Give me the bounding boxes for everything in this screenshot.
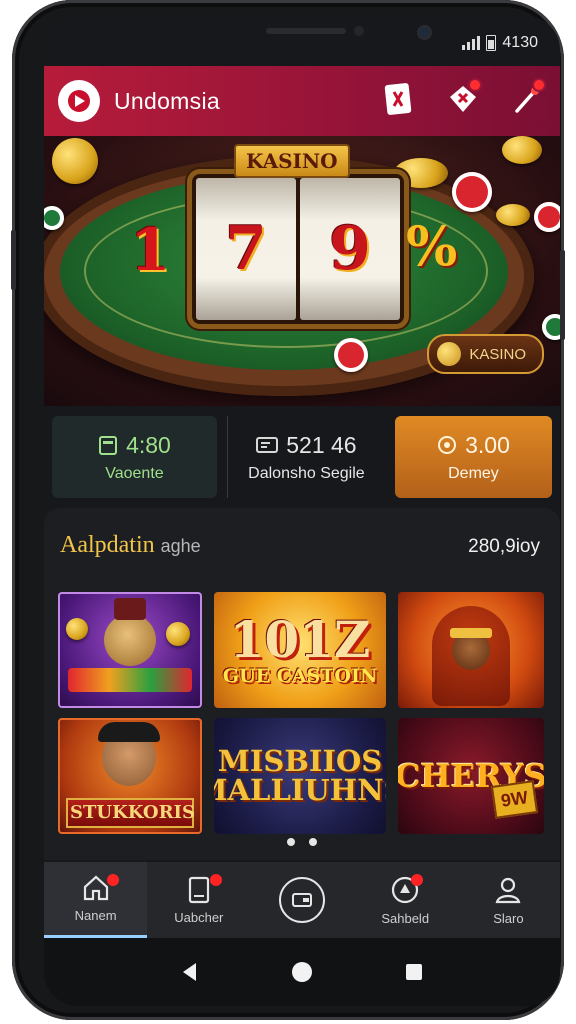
profile-icon (495, 877, 521, 903)
app-bar: Undomsia (44, 66, 560, 136)
play-logo-icon (68, 90, 90, 112)
wallet-button[interactable] (279, 877, 325, 923)
stat-label: Dalonsho Segile (248, 464, 365, 482)
game-tile[interactable] (58, 592, 202, 708)
poker-chip (534, 202, 560, 232)
tab-wallet[interactable] (250, 862, 353, 938)
tab-home[interactable]: Nanem (44, 862, 148, 938)
poker-chip (334, 338, 368, 372)
phone-frame: 4130 Undomsia 1 7 9 % KASINO KASINO 4:80… (11, 0, 565, 1020)
mask-art (450, 628, 492, 638)
card-icon[interactable] (380, 80, 418, 118)
coin (496, 204, 530, 226)
hat-art (98, 722, 160, 742)
battery-icon (486, 35, 497, 51)
notification-dot (534, 80, 544, 90)
back-icon[interactable] (180, 961, 200, 983)
stat-label: Demey (448, 464, 499, 482)
character-art (104, 614, 156, 666)
status-bar: 4130 (462, 34, 538, 52)
game-title: STUKKORIS (66, 798, 195, 828)
wallet-icon (99, 436, 118, 455)
stat-value: 4:80 (126, 431, 171, 458)
stat-card-session[interactable]: 521 46 Dalonsho Segile (226, 416, 385, 498)
game-title: 101Z (229, 609, 371, 669)
game-tile[interactable]: MISBIIOS MALLIUHNS (214, 718, 386, 834)
notification-dot (107, 874, 120, 886)
tab-profile[interactable]: Slaro (457, 862, 560, 938)
game-subtitle: GUE CASTOIN (222, 664, 378, 687)
tab-label: Uabcher (174, 909, 224, 925)
section-subtitle: aghe (160, 536, 201, 556)
dice-icon[interactable] (444, 80, 482, 118)
wallet-icon (292, 893, 312, 907)
front-camera (419, 27, 430, 38)
stat-value: 521 46 (286, 431, 357, 458)
tab-label: Sahbeld (381, 910, 430, 926)
tab-vouchers[interactable]: Uabcher (147, 862, 250, 938)
slot-reels: 7 9 (192, 174, 404, 324)
games-section: Aalpdatinaghe 280,9ioy 101Z GUE CASTOIN (44, 508, 560, 860)
pager-dot[interactable] (287, 838, 295, 846)
reel-1: 7 (196, 178, 296, 320)
section-title-text: Aalpdatin (60, 532, 155, 558)
stat-label: Vaoente (105, 464, 164, 482)
reel-2: 9 (300, 178, 400, 320)
volume-button (11, 230, 16, 290)
status-time: 4130 (502, 34, 538, 51)
tab-label: Slaro (493, 910, 524, 926)
notification-dot (410, 874, 423, 886)
hero-banner[interactable]: 1 7 9 % KASINO KASINO (44, 136, 560, 406)
tab-rewards[interactable]: Sahbeld (354, 862, 457, 938)
home-circle-icon[interactable] (291, 961, 313, 983)
game-tile[interactable]: CHERYS 9W (398, 718, 544, 834)
coin (502, 136, 542, 164)
poker-chip (542, 314, 560, 340)
ticket-icon (256, 437, 279, 453)
game-grid: 101Z GUE CASTOIN STUKKORIS MISBIIOS MALL… (58, 592, 546, 834)
pager-dots[interactable] (44, 838, 560, 846)
sensor-dot (354, 26, 364, 36)
section-title: Aalpdatin aghe (60, 532, 201, 559)
coin-icon (437, 342, 462, 366)
tab-bar: Nanem Uabcher Sahbeld Slaro (44, 862, 560, 938)
notification-dot (470, 80, 480, 90)
speaker (266, 28, 346, 34)
game-title: MISBIIOS MALLIUHNS (214, 744, 386, 807)
coin (52, 138, 98, 184)
screen: 4130 Undomsia 1 7 9 % KASINO KASINO 4:80… (44, 16, 560, 1006)
game-tile[interactable]: STUKKORIS (58, 718, 202, 834)
coin (66, 618, 88, 640)
pager-dot[interactable] (309, 838, 317, 846)
stats-row: 4:80 Vaoente 521 46 Dalonsho Segile 3.00… (52, 416, 552, 498)
reel-strip-art (68, 668, 192, 692)
slot-symbol-left: 1 (130, 216, 171, 284)
slot-symbol-right: % (406, 214, 458, 278)
power-button (560, 250, 565, 340)
hat-art (114, 598, 146, 620)
games-count: 280,9ioy (468, 536, 540, 557)
stat-value: 3.00 (465, 431, 510, 458)
app-title: Undomsia (114, 87, 220, 114)
tab-label: Nanem (74, 908, 117, 923)
game-tile[interactable]: 101Z GUE CASTOIN (214, 592, 386, 708)
system-nav-bar (44, 938, 560, 1006)
app-logo[interactable] (58, 80, 100, 122)
coin-icon (438, 436, 457, 454)
poker-chip (452, 172, 492, 212)
kasino-button[interactable]: KASINO (427, 334, 544, 374)
game-tag: 9W (490, 780, 539, 819)
kasino-button-label: KASINO (469, 345, 526, 363)
document-icon (188, 876, 209, 903)
kasino-sign: KASINO (234, 144, 350, 178)
coin (166, 622, 190, 646)
notification-dot (210, 874, 223, 886)
signal-icon (462, 36, 481, 50)
stat-card-deposit[interactable]: 3.00 Demey (394, 416, 552, 498)
stat-card-balance[interactable]: 4:80 Vaoente (52, 416, 217, 498)
recents-icon[interactable] (404, 962, 424, 982)
game-tile[interactable] (398, 592, 544, 708)
home-icon (83, 875, 108, 901)
wand-icon[interactable] (508, 80, 546, 118)
